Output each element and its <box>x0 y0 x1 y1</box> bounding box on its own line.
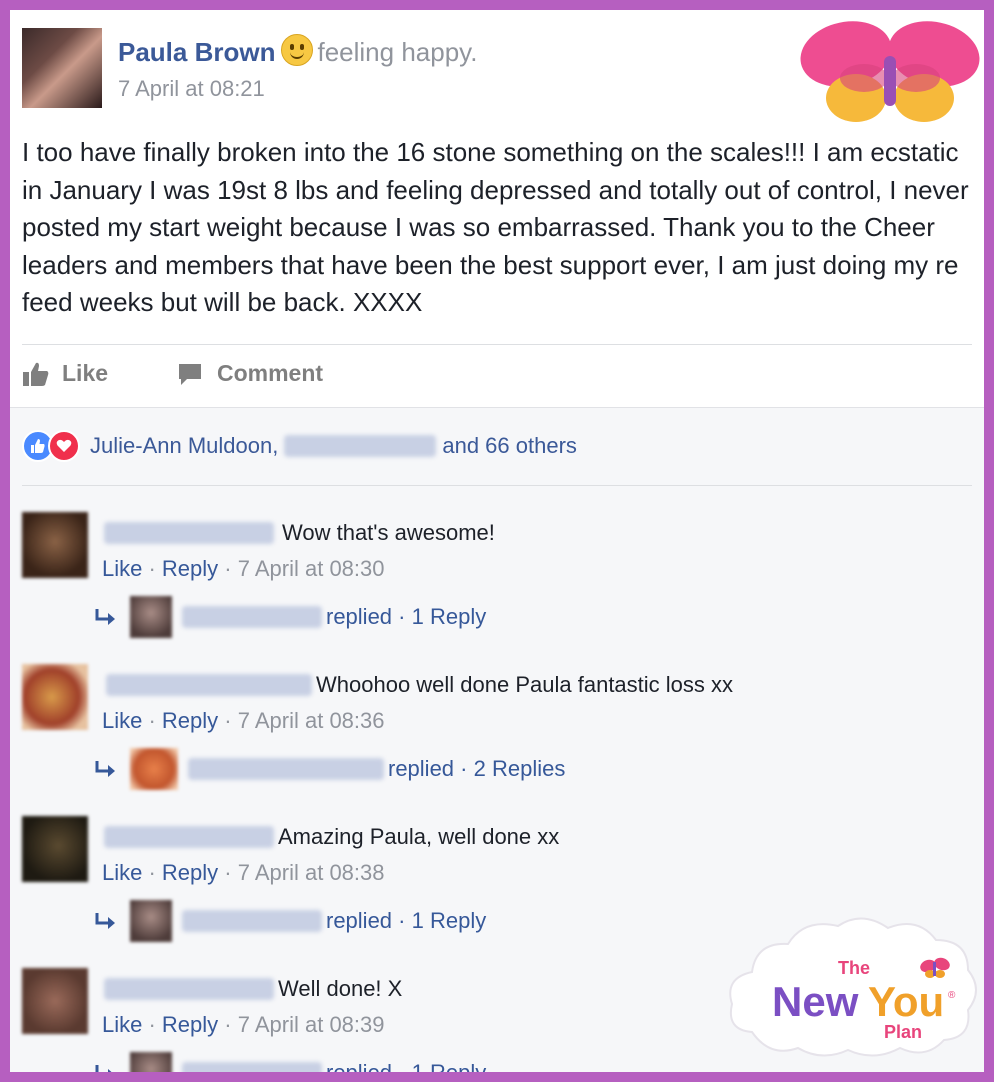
reply-avatar <box>130 748 178 790</box>
comment-reply-link[interactable]: Reply <box>162 556 218 581</box>
reactions-summary[interactable]: Julie-Ann Muldoon, and 66 others <box>22 430 577 462</box>
commenter-avatar[interactable] <box>22 968 88 1034</box>
feeling-text: feeling happy. <box>317 37 478 67</box>
redacted-replier-name <box>182 910 322 932</box>
post-body: I too have finally broken into the 16 st… <box>22 137 969 317</box>
comment-text: Whoohoo well done Paula fantastic loss x… <box>316 672 734 697</box>
smiley-icon <box>281 34 314 66</box>
reply-avatar <box>130 1052 172 1072</box>
redacted-commenter-name[interactable] <box>106 674 312 696</box>
replies-count[interactable]: 1 Reply <box>412 908 487 934</box>
comment-like-link[interactable]: Like <box>102 860 142 885</box>
author-line: Paula Brown feeling happy. <box>118 34 477 68</box>
comment-like-link[interactable]: Like <box>102 556 142 581</box>
replies-count[interactable]: 2 Replies <box>474 756 566 782</box>
reply-arrow-icon <box>95 761 115 777</box>
comment-timestamp[interactable]: 7 April at 08:39 <box>238 1012 385 1037</box>
comment-like-link[interactable]: Like <box>102 1012 142 1037</box>
redacted-replier-name <box>182 606 322 628</box>
divider <box>22 344 972 345</box>
logo-you: You <box>868 978 944 1025</box>
love-reaction-icon <box>48 430 80 462</box>
comment-meta: Like · Reply · 7 April at 08:36 <box>102 708 385 733</box>
author-avatar[interactable] <box>22 28 102 108</box>
comment-reply-link[interactable]: Reply <box>162 1012 218 1037</box>
reply-arrow-icon <box>95 1065 112 1072</box>
comment-like-link[interactable]: Like <box>102 708 142 733</box>
comment-button[interactable]: Comment <box>177 360 323 387</box>
comment-timestamp[interactable]: 7 April at 08:30 <box>238 556 385 581</box>
redacted-commenter-name[interactable] <box>104 978 274 1000</box>
comment-meta: Like · Reply · 7 April at 08:38 <box>102 860 385 885</box>
redacted-replier-name <box>188 758 384 780</box>
author-name[interactable]: Paula Brown <box>118 37 275 67</box>
redacted-commenter-name[interactable] <box>104 826 274 848</box>
reply-arrow-icon <box>95 609 115 625</box>
comment-reply-link[interactable]: Reply <box>162 708 218 733</box>
comment-bubble-icon <box>179 363 201 385</box>
comment-text: Amazing Paula, well done xx <box>278 824 560 849</box>
logo-new: New <box>772 978 859 1025</box>
logo-plan: Plan <box>884 1022 922 1042</box>
reactor-name[interactable]: Julie-Ann Muldoon, <box>90 433 278 459</box>
redacted-commenter-name[interactable] <box>104 522 274 544</box>
replies-count[interactable]: 1 Reply <box>412 1060 487 1072</box>
comment-content: Well done! X <box>104 976 402 1002</box>
replied-label: replied <box>326 604 393 629</box>
comment-meta: Like · Reply · 7 April at 08:30 <box>102 556 385 581</box>
commenter-avatar[interactable] <box>22 816 88 882</box>
redacted-replier-name <box>182 1062 322 1072</box>
new-you-plan-logo: The New You ® Plan <box>729 917 977 1057</box>
replied-label: replied <box>326 1060 392 1072</box>
comment-text: Well done! X <box>278 976 403 1001</box>
comment-timestamp[interactable]: 7 April at 08:36 <box>238 708 385 733</box>
comment-content: Amazing Paula, well done xx <box>104 824 559 850</box>
replied-label: replied <box>326 908 393 933</box>
commenter-avatar[interactable] <box>22 512 88 578</box>
like-label: Like <box>62 360 109 386</box>
replied-label: replied <box>388 756 455 781</box>
logo-the: The <box>838 958 870 978</box>
logo-registered: ® <box>948 990 956 1001</box>
replies-count[interactable]: 1 Reply <box>412 604 487 630</box>
reply-avatar <box>130 900 172 942</box>
post-timestamp[interactable]: 7 April at 08:21 <box>118 76 265 102</box>
comment-timestamp[interactable]: 7 April at 08:38 <box>238 860 385 885</box>
thumbs-up-icon <box>23 362 49 386</box>
comment-reply-link[interactable]: Reply <box>162 860 218 885</box>
comment-content: Wow that's awesome! <box>104 520 495 546</box>
comment-content: Whoohoo well done Paula fantastic loss x… <box>106 672 733 698</box>
replies-summary[interactable]: replied · 2 Replies <box>94 748 565 790</box>
reactions-others[interactable]: and 66 others <box>442 433 577 459</box>
reply-avatar <box>130 596 172 638</box>
comment-label: Comment <box>217 360 324 386</box>
redacted-name <box>284 435 437 457</box>
reply-arrow-icon <box>95 913 115 929</box>
replies-summary[interactable]: replied · 1 Reply <box>94 900 486 942</box>
like-button[interactable]: Like <box>22 360 108 387</box>
commenter-avatar[interactable] <box>22 664 88 730</box>
replies-summary[interactable]: replied · 1 Reply <box>94 1052 486 1072</box>
comment-text: Wow that's awesome! <box>282 520 495 545</box>
divider <box>22 485 972 486</box>
replies-summary[interactable]: replied · 1 Reply <box>94 596 486 638</box>
comment-meta: Like · Reply · 7 April at 08:39 <box>102 1012 385 1037</box>
butterfly-logo-icon <box>800 21 980 122</box>
